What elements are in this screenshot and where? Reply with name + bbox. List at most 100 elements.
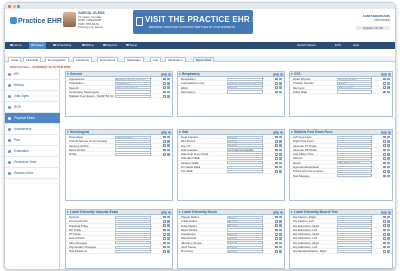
row-checkbox[interactable]	[163, 153, 166, 156]
note-icon[interactable]	[387, 215, 390, 219]
row-checkbox[interactable]	[383, 90, 386, 94]
note-icon[interactable]	[167, 228, 170, 232]
note-icon[interactable]	[387, 148, 390, 152]
tab-open-visit[interactable]: Open Visit	[193, 56, 214, 62]
settings-icon[interactable]	[279, 130, 283, 134]
dropdown-arrow-icon[interactable]: ▾	[371, 245, 373, 249]
row-checkbox[interactable]	[383, 153, 386, 156]
note-icon[interactable]	[279, 228, 282, 232]
note-icon[interactable]	[387, 157, 390, 160]
add-icon[interactable]	[380, 130, 384, 134]
dropdown-arrow-icon[interactable]: ▾	[150, 233, 152, 236]
dropdown-arrow-icon[interactable]: ▾	[262, 90, 264, 94]
note-icon[interactable]	[387, 77, 390, 81]
dropdown-arrow-icon[interactable]: ▾	[371, 135, 373, 139]
note-icon[interactable]	[279, 157, 282, 160]
note-icon[interactable]	[387, 82, 390, 85]
dropdown-arrow-icon[interactable]: ▾	[371, 215, 373, 219]
add-icon[interactable]	[272, 72, 276, 76]
row-checkbox[interactable]	[383, 165, 386, 169]
note-icon[interactable]	[387, 228, 390, 232]
exam-value-select[interactable]	[114, 249, 151, 254]
add-icon[interactable]	[380, 210, 384, 214]
dropdown-arrow-icon[interactable]: ▾	[371, 90, 373, 94]
exam-value-select[interactable]: Normal/unremarkable	[226, 148, 263, 152]
note-icon[interactable]	[387, 170, 390, 173]
row-checkbox[interactable]	[383, 157, 386, 160]
exam-value-select[interactable]	[336, 228, 372, 232]
dropdown-arrow-icon[interactable]: ▾	[150, 140, 152, 143]
exam-value-select[interactable]: Ambulatory	[114, 81, 151, 85]
row-checkbox[interactable]	[275, 250, 278, 253]
row-checkbox[interactable]	[275, 215, 278, 219]
exam-value-select[interactable]: Clear and normal	[114, 86, 151, 90]
dropdown-arrow-icon[interactable]: ▾	[371, 170, 373, 173]
note-icon[interactable]	[387, 224, 390, 227]
exam-value-select[interactable]	[336, 135, 372, 139]
dropdown-arrow-icon[interactable]: ▾	[150, 153, 152, 156]
clear-icon[interactable]	[276, 210, 280, 214]
add-icon[interactable]	[272, 210, 276, 214]
nav-patient[interactable]: Patient	[29, 42, 46, 49]
tab-insurance[interactable]: Insurance	[73, 56, 93, 62]
row-checkbox[interactable]	[275, 157, 278, 160]
row-checkbox[interactable]	[275, 148, 278, 152]
exam-value-select[interactable]: Normal	[226, 249, 263, 254]
row-checkbox[interactable]	[275, 144, 278, 147]
sidebar-item-session-view[interactable]: Session View	[5, 168, 60, 179]
exam-value-select[interactable]	[336, 165, 372, 169]
note-icon[interactable]	[387, 245, 390, 249]
dropdown-arrow-icon[interactable]: ▾	[150, 250, 152, 253]
nav-setup[interactable]: Setup	[124, 42, 139, 49]
row-checkbox[interactable]	[275, 82, 278, 85]
row-checkbox[interactable]	[383, 245, 386, 249]
clear-icon[interactable]	[276, 72, 280, 76]
note-icon[interactable]	[387, 140, 390, 143]
note-icon[interactable]	[387, 161, 390, 165]
row-checkbox[interactable]	[275, 245, 278, 249]
exam-value-select[interactable]	[226, 161, 263, 165]
dropdown-arrow-icon[interactable]: ▾	[262, 250, 264, 253]
exam-value-select[interactable]	[114, 237, 151, 241]
clear-icon[interactable]	[276, 130, 280, 134]
row-checkbox[interactable]	[163, 90, 166, 94]
dropdown-arrow-icon[interactable]: ▾	[371, 220, 373, 223]
exam-value-select[interactable]	[336, 215, 372, 219]
exam-value-select[interactable]: Normal	[226, 144, 263, 148]
row-checkbox[interactable]	[163, 148, 166, 152]
row-checkbox[interactable]	[275, 233, 278, 236]
dropdown-arrow-icon[interactable]: ▾	[262, 224, 264, 227]
exam-value-select[interactable]: Regular rhythm	[336, 77, 372, 81]
note-icon[interactable]	[167, 153, 170, 156]
note-icon[interactable]	[167, 233, 170, 236]
row-checkbox[interactable]	[163, 140, 166, 143]
row-checkbox[interactable]	[163, 135, 166, 139]
note-icon[interactable]	[387, 86, 390, 89]
clear-icon[interactable]	[164, 72, 168, 76]
add-icon[interactable]	[272, 130, 276, 134]
dropdown-arrow-icon[interactable]: ▾	[150, 220, 152, 223]
add-icon[interactable]	[160, 72, 164, 76]
note-icon[interactable]	[279, 165, 282, 169]
exam-value-select[interactable]	[336, 174, 372, 178]
note-icon[interactable]	[387, 153, 390, 156]
dropdown-arrow-icon[interactable]: ▾	[150, 135, 152, 139]
dropdown-arrow-icon[interactable]: ▾	[371, 224, 373, 227]
exam-value-select[interactable]: Orientated x3	[114, 135, 151, 139]
note-icon[interactable]	[279, 170, 282, 173]
settings-icon[interactable]	[167, 210, 171, 214]
exam-value-select[interactable]	[114, 241, 151, 245]
row-checkbox[interactable]	[383, 233, 386, 236]
note-icon[interactable]	[167, 220, 170, 223]
exam-value-select[interactable]	[336, 144, 372, 148]
note-icon[interactable]	[167, 241, 170, 245]
row-checkbox[interactable]	[163, 144, 166, 147]
add-icon[interactable]	[380, 72, 384, 76]
clear-icon[interactable]	[384, 130, 388, 134]
dropdown-arrow-icon[interactable]: ▾	[262, 82, 264, 85]
exam-value-select[interactable]: Well developed and well...	[114, 77, 151, 81]
dropdown-arrow-icon[interactable]: ▾	[371, 233, 373, 236]
add-icon[interactable]	[160, 130, 164, 134]
dropdown-arrow-icon[interactable]: ▾	[262, 77, 264, 81]
exam-value-select[interactable]	[114, 215, 151, 219]
